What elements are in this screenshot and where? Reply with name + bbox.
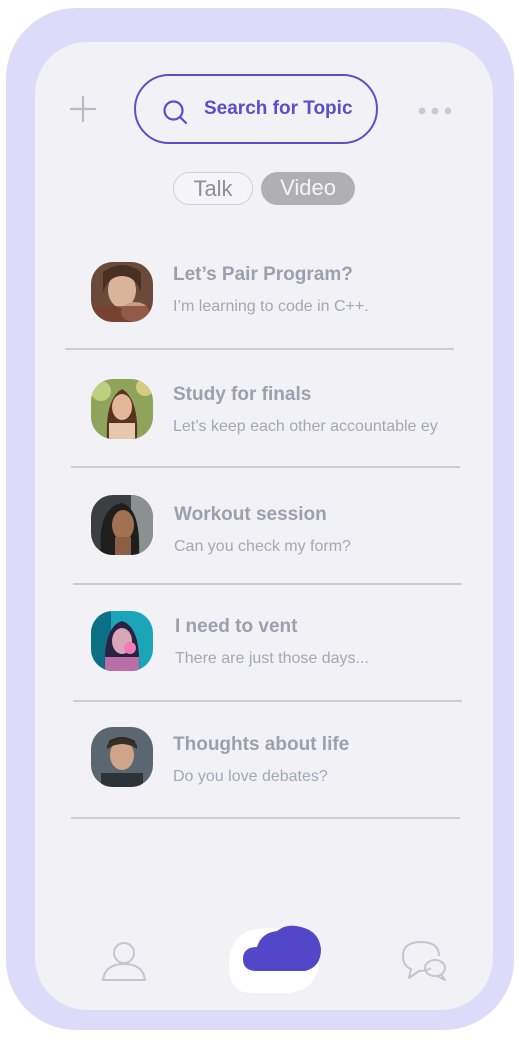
- topic-subtitle: I’m learning to code in C++.: [173, 298, 369, 315]
- list-item[interactable]: Workout session Can you check my form?: [35, 492, 493, 602]
- search-topic-input[interactable]: Search for Topic: [134, 74, 378, 144]
- avatar: [91, 727, 153, 787]
- topic-title: I need to vent: [175, 616, 298, 637]
- topic-subtitle: There are just those days...: [175, 650, 369, 667]
- divider: [65, 348, 454, 350]
- topic-title: Let’s Pair Program?: [173, 264, 353, 285]
- search-placeholder: Search for Topic: [204, 98, 353, 119]
- topic-subtitle: Can you check my form?: [174, 538, 351, 555]
- avatar: [91, 262, 153, 322]
- tab-talk[interactable]: Talk: [173, 172, 253, 205]
- avatar: [91, 379, 153, 439]
- plus-icon[interactable]: [69, 95, 97, 123]
- topic-title: Thoughts about life: [173, 734, 350, 755]
- phone-frame: Search for Topic Talk Video Let’s Pair P…: [6, 8, 514, 1030]
- app-screen: Search for Topic Talk Video Let’s Pair P…: [35, 42, 493, 1010]
- topic-subtitle: Let’s keep each other accountable ey: [173, 418, 438, 435]
- list-item[interactable]: Thoughts about life Do you love debates?: [35, 722, 493, 832]
- divider: [71, 466, 460, 468]
- more-dots-icon[interactable]: [417, 106, 453, 116]
- cloud-icon[interactable]: [229, 919, 327, 995]
- list-item[interactable]: Let’s Pair Program? I’m learning to code…: [35, 252, 493, 362]
- avatar: [91, 495, 153, 555]
- tab-video[interactable]: Video: [261, 172, 355, 205]
- topic-title: Study for finals: [173, 384, 312, 405]
- topic-subtitle: Do you love debates?: [173, 768, 328, 785]
- mode-tabs: Talk Video: [173, 172, 355, 205]
- avatar: [91, 611, 153, 671]
- topic-title: Workout session: [174, 504, 327, 525]
- divider: [71, 817, 460, 819]
- divider: [73, 583, 462, 585]
- profile-icon[interactable]: [99, 940, 149, 982]
- chat-bubbles-icon[interactable]: [399, 938, 449, 982]
- search-icon: [163, 100, 188, 125]
- divider: [73, 700, 462, 702]
- list-item[interactable]: I need to vent There are just those days…: [35, 604, 493, 714]
